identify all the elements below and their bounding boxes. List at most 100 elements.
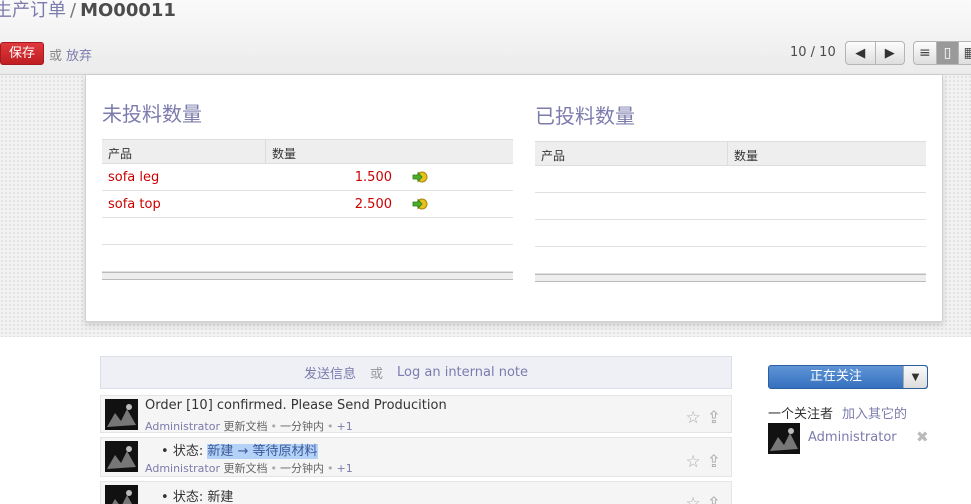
log-note-link[interactable]: Log an internal note xyxy=(397,365,528,380)
row-product: sofa leg xyxy=(108,169,160,185)
meta-dot: • xyxy=(327,462,334,475)
message-action: 更新文档 xyxy=(223,420,268,433)
save-button[interactable]: 保存 xyxy=(0,42,44,65)
tracking-value: 新建 xyxy=(207,490,234,504)
meta-dot: • xyxy=(327,420,334,433)
avatar[interactable] xyxy=(105,485,138,504)
remove-follower-icon[interactable]: ✖ xyxy=(916,428,929,446)
message-action: 更新文档 xyxy=(223,462,268,475)
breadcrumb-separator: / xyxy=(70,0,77,21)
message-plus[interactable]: +1 xyxy=(337,420,353,433)
table-header: 产品 数量 xyxy=(535,141,926,166)
column-product[interactable]: 产品 xyxy=(102,140,266,163)
table-row-empty xyxy=(535,247,926,274)
consumed-title: 已投料数量 xyxy=(535,104,635,128)
star-icon[interactable]: ☆ xyxy=(686,452,701,472)
avatar[interactable] xyxy=(105,441,138,472)
message-meta: Administrator 更新文档 • 一分钟内 • +1 xyxy=(145,418,353,434)
chatter-message: • 状态: 新建 ☆ ⇪ xyxy=(100,481,732,504)
chatter-message: • 状态: 新建 → 等待原材料 Administrator 更新文档 • 一分钟内… xyxy=(100,437,732,477)
list-view-button[interactable]: ≡ xyxy=(914,42,937,64)
table-row-empty xyxy=(535,166,926,193)
message-meta: Administrator 更新文档 • 一分钟内 • +1 xyxy=(145,460,353,476)
row-qty: 2.500 xyxy=(354,196,392,212)
table-footer xyxy=(535,274,926,282)
view-switcher: ≡ ▯ ▦ xyxy=(913,41,971,65)
message-time: 一分钟内 xyxy=(280,420,324,433)
tracking-new-value: 等待原材料 xyxy=(252,444,318,459)
or-label: 或 xyxy=(370,367,384,382)
message-author[interactable]: Administrator xyxy=(145,462,220,475)
message-actions: ☆ ⇪ xyxy=(686,408,722,428)
following-label[interactable]: 正在关注 xyxy=(769,366,903,388)
table-row-empty xyxy=(535,220,926,247)
list-icon: ≡ xyxy=(918,45,931,61)
tracking-old-value: 新建 xyxy=(207,444,234,459)
form-view-button[interactable]: ▯ xyxy=(936,42,960,64)
calendar-view-button[interactable]: ▦ xyxy=(959,42,971,64)
pager-value: 10 / 10 xyxy=(790,45,836,60)
star-icon[interactable]: ☆ xyxy=(686,408,701,428)
consumed-table: 产品 数量 xyxy=(535,141,926,282)
tracking-field: 状态: xyxy=(172,490,204,504)
following-dropdown[interactable]: ▼ xyxy=(903,366,927,388)
or-label: 或 xyxy=(49,49,63,64)
discard-link[interactable]: 放弃 xyxy=(66,45,92,64)
form-sheet: 未投料数量 已投料数量 产品 数量 sofa leg 1.500 sofa to… xyxy=(85,75,943,322)
following-button: 正在关注 ▼ xyxy=(768,365,928,389)
tracking-arrow: → xyxy=(237,444,249,459)
table-row-empty xyxy=(102,245,513,272)
consume-button[interactable] xyxy=(392,198,447,210)
send-message-link[interactable]: 发送信息 xyxy=(304,363,356,382)
table-header: 产品 数量 xyxy=(102,139,513,164)
column-qty[interactable]: 数量 xyxy=(266,140,513,163)
meta-dot: • xyxy=(270,462,278,475)
consume-button[interactable] xyxy=(392,171,447,183)
calendar-icon: ▦ xyxy=(963,45,971,61)
message-body: Order [10] confirmed. Please Send Produc… xyxy=(145,398,447,413)
chatter-compose-bar: 发送信息 或 Log an internal note xyxy=(100,356,732,389)
record-name: MO00011 xyxy=(80,0,176,21)
chatter-message: Order [10] confirmed. Please Send Produc… xyxy=(100,395,732,433)
row-qty: 1.500 xyxy=(354,169,392,185)
avatar[interactable] xyxy=(768,423,800,454)
pager-buttons: ◀ ▶ xyxy=(845,41,905,65)
row-product: sofa top xyxy=(108,196,161,212)
column-qty[interactable]: 数量 xyxy=(728,142,926,165)
reply-icon[interactable]: ⇪ xyxy=(707,408,721,428)
add-followers-link[interactable]: 加入其它的 xyxy=(842,403,907,422)
message-time: 一分钟内 xyxy=(280,462,324,475)
avatar[interactable] xyxy=(105,399,138,430)
arrow-left-icon: ◀ xyxy=(855,45,866,61)
tracking-field: 状态: xyxy=(172,444,204,459)
message-actions: ☆ ⇪ xyxy=(686,452,722,472)
table-footer xyxy=(102,272,513,280)
table-row[interactable]: sofa leg 1.500 xyxy=(102,164,513,191)
reply-icon[interactable]: ⇪ xyxy=(707,452,721,472)
caret-down-icon: ▼ xyxy=(911,371,920,383)
bullet: • xyxy=(161,490,169,504)
form-icon: ▯ xyxy=(943,45,952,61)
message-author[interactable]: Administrator xyxy=(145,420,220,433)
reply-icon[interactable]: ⇪ xyxy=(707,494,721,504)
message-body: • 状态: 新建 xyxy=(161,486,233,504)
pager-previous-button[interactable]: ◀ xyxy=(846,42,876,64)
message-body: • 状态: 新建 → 等待原材料 xyxy=(161,440,318,459)
arrow-right-icon: ▶ xyxy=(884,45,895,61)
table-row-empty xyxy=(102,218,513,245)
follower-name[interactable]: Administrator xyxy=(808,430,897,445)
form-header: 生产订单 / MO00011 保存 或 放弃 10 / 10 ◀ ▶ ≡ ▯ ▦ xyxy=(0,0,971,75)
pager-next-button[interactable]: ▶ xyxy=(876,42,905,64)
table-row-empty xyxy=(535,193,926,220)
star-icon[interactable]: ☆ xyxy=(686,494,701,504)
consume-arrow-icon xyxy=(412,171,427,183)
breadcrumb: 生产订单 / MO00011 xyxy=(0,0,176,22)
follower-count: 一个关注者 xyxy=(768,407,834,422)
table-row[interactable]: sofa top 2.500 xyxy=(102,191,513,218)
message-plus[interactable]: +1 xyxy=(337,462,353,475)
to-consume-title: 未投料数量 xyxy=(102,102,202,126)
breadcrumb-parent[interactable]: 生产订单 xyxy=(0,0,66,21)
message-actions: ☆ ⇪ xyxy=(686,494,722,504)
bullet: • xyxy=(161,444,169,459)
column-product[interactable]: 产品 xyxy=(535,142,728,165)
